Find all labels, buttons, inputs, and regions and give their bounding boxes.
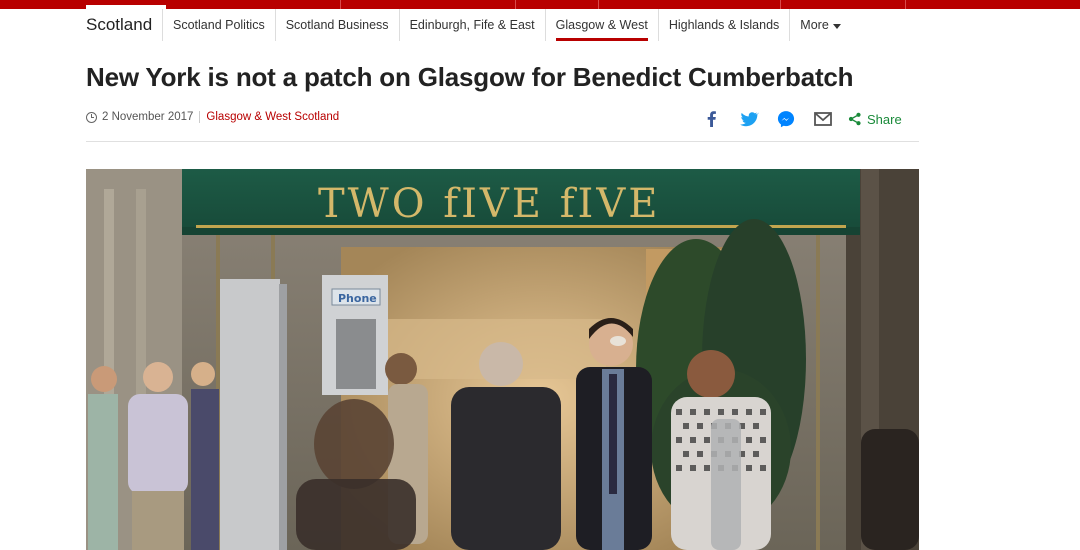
awning-text: TWO fIVE fIVE — [318, 181, 660, 227]
nav-link-scotland-business[interactable]: Scotland Business — [274, 9, 399, 41]
share-icon — [848, 112, 861, 126]
top-bar-divider — [340, 0, 341, 9]
top-bar-divider — [598, 0, 599, 9]
section-brand-link[interactable]: Scotland — [86, 15, 152, 35]
article-meta: 2 November 2017 Glasgow & West Scotland — [86, 111, 339, 123]
nav-link-scotland-politics[interactable]: Scotland Politics — [162, 9, 275, 41]
messenger-icon[interactable] — [776, 109, 796, 129]
section-nav: Scotland Scotland Politics Scotland Busi… — [0, 9, 1080, 41]
nav-link-glasgow-west[interactable]: Glasgow & West — [544, 9, 658, 41]
section-nav-links: Scotland Politics Scotland Business Edin… — [162, 9, 851, 41]
nav-link-edinburgh-fife-east[interactable]: Edinburgh, Fife & East — [398, 9, 545, 41]
meta-divider-line — [86, 141, 919, 142]
article-hero-image: TWO fIVE fIVE Phone — [86, 169, 919, 550]
top-bar-divider — [515, 0, 516, 9]
chevron-down-icon — [832, 23, 841, 29]
share-tools: Share — [702, 109, 902, 129]
facebook-icon[interactable] — [702, 109, 722, 129]
top-bar-divider — [780, 0, 781, 9]
article-section-link[interactable]: Glasgow & West Scotland — [206, 111, 339, 123]
article-headline: New York is not a patch on Glasgow for B… — [86, 62, 854, 92]
nav-link-highlands-islands[interactable]: Highlands & Islands — [657, 9, 789, 41]
nav-more-label: More — [800, 18, 829, 32]
share-button[interactable]: Share — [848, 112, 902, 127]
twitter-icon[interactable] — [739, 109, 759, 129]
email-icon[interactable] — [813, 109, 833, 129]
phone-booth-label: Phone — [338, 292, 377, 305]
clock-icon — [86, 111, 97, 123]
top-bar-divider — [905, 0, 906, 9]
meta-divider — [199, 111, 201, 123]
top-red-bar — [0, 0, 1080, 9]
article-date: 2 November 2017 — [102, 111, 194, 123]
share-label: Share — [867, 111, 902, 127]
nav-more-button[interactable]: More — [789, 9, 850, 41]
